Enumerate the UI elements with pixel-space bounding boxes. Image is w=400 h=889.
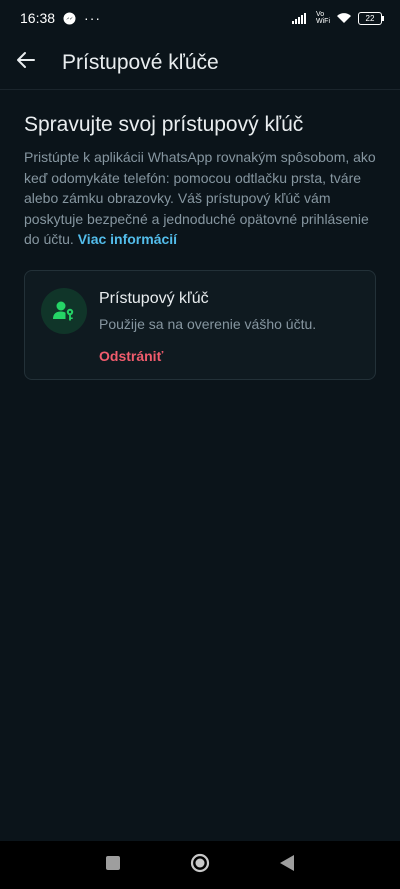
arrow-left-icon	[16, 50, 36, 75]
triangle-back-icon	[279, 854, 294, 876]
status-bar: 16:38 ··· Vo WiFi 22	[0, 0, 400, 36]
square-icon	[106, 855, 121, 875]
section-description: Pristúpte k aplikácii WhatsApp rovnakým …	[24, 147, 378, 250]
page-title: Prístupové kľúče	[62, 50, 219, 74]
status-bar-right: Vo WiFi 22	[292, 11, 384, 25]
messenger-icon	[63, 12, 76, 25]
vowifi-indicator: Vo WiFi	[316, 11, 330, 25]
vowifi-wifi: WiFi	[316, 18, 330, 25]
recents-button[interactable]	[93, 845, 133, 885]
battery-icon: 22	[358, 11, 384, 25]
status-time: 16:38	[20, 10, 56, 26]
passkey-subtitle: Použije sa na overenie vášho účtu.	[99, 316, 317, 332]
passkey-title: Prístupový kľúč	[99, 290, 209, 307]
system-nav-bar	[0, 841, 400, 889]
more-notifications-icon: ···	[84, 10, 102, 26]
home-button[interactable]	[180, 845, 220, 885]
status-bar-left: 16:38 ···	[20, 10, 101, 26]
battery-level: 22	[365, 13, 375, 23]
back-button[interactable]	[14, 51, 38, 75]
main-content: Spravujte svoj prístupový kľúč Pristúpte…	[24, 113, 378, 250]
home-circle-icon	[190, 853, 210, 878]
remove-passkey-button[interactable]: Odstrániť	[99, 348, 163, 364]
section-heading: Spravujte svoj prístupový kľúč	[24, 113, 304, 136]
person-key-icon	[41, 288, 87, 334]
app-bar: Prístupové kľúče	[0, 36, 400, 90]
vowifi-vo: Vo	[316, 11, 325, 18]
wifi-icon	[336, 12, 352, 24]
signal-icon	[292, 12, 310, 24]
passkey-card: Prístupový kľúč Použije sa na overenie v…	[24, 270, 376, 380]
back-nav-button[interactable]	[267, 845, 307, 885]
learn-more-link[interactable]: Viac informácií	[78, 231, 177, 247]
